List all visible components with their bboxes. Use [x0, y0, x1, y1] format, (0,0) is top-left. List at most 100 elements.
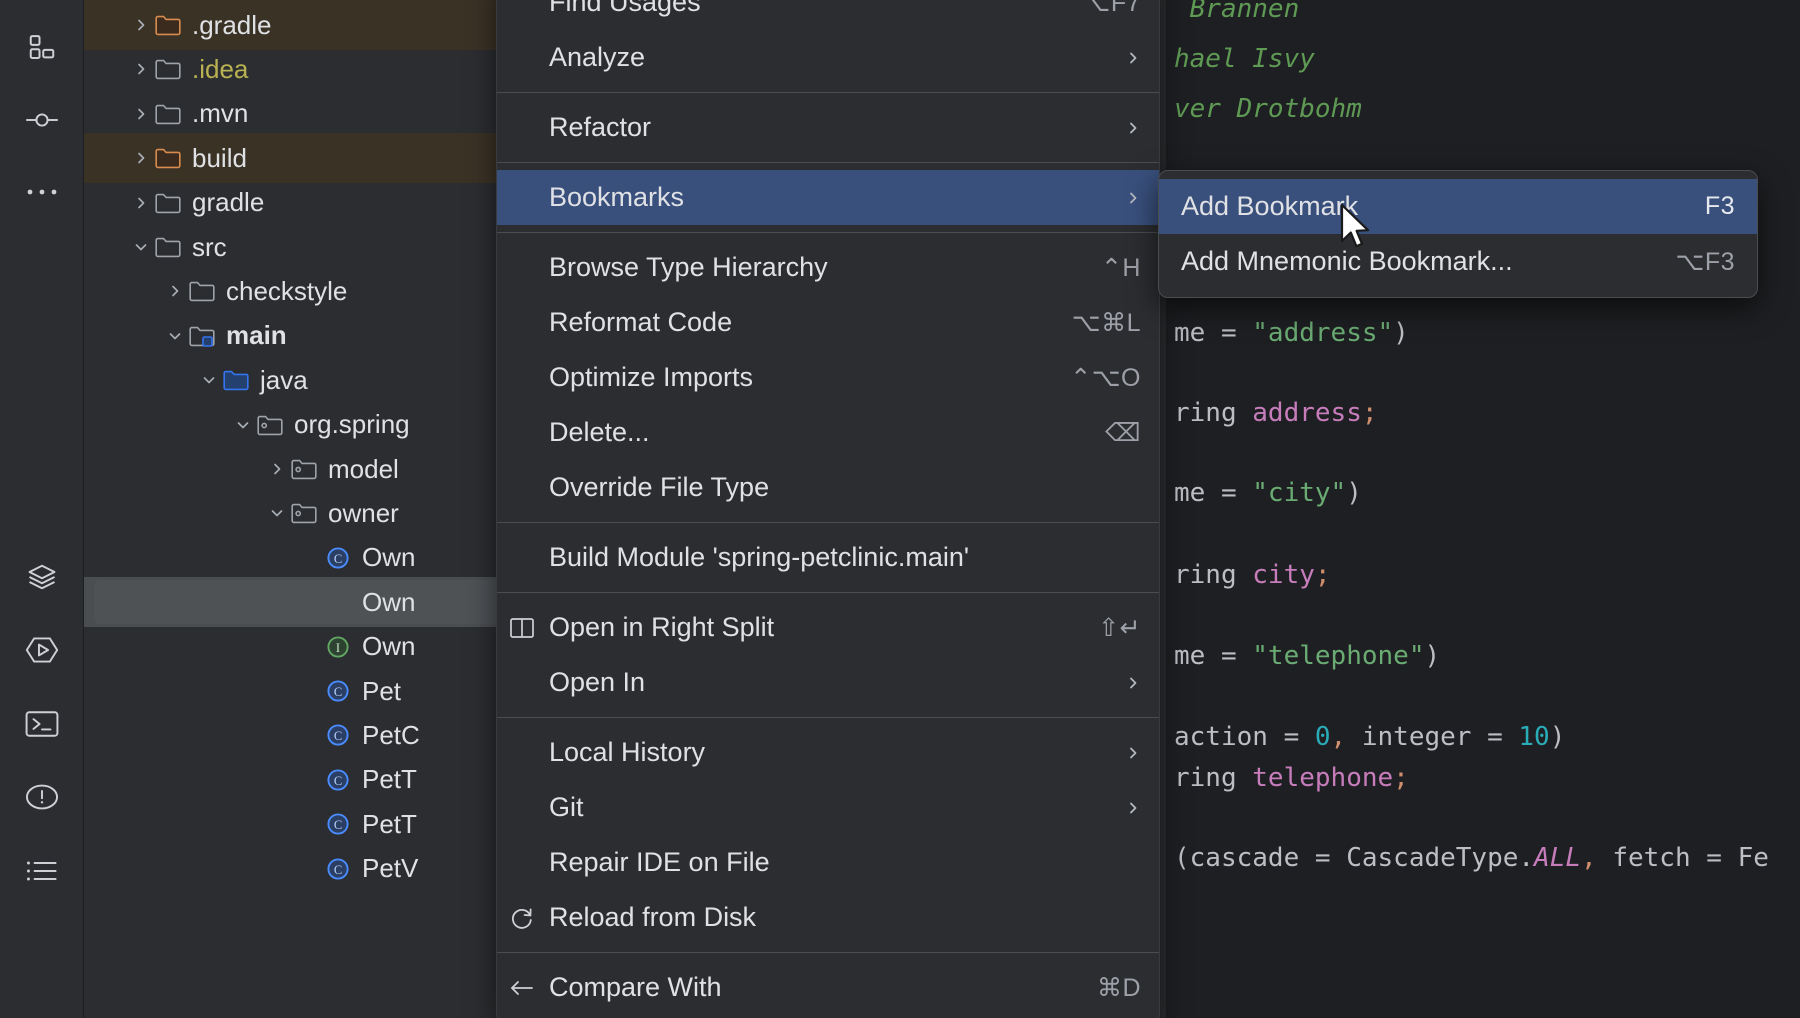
- menu-item-label: Override File Type: [549, 472, 1141, 503]
- menu-item-shortcut: ⌃⌥O: [1070, 363, 1141, 393]
- menu-item[interactable]: Reload from Disk: [497, 890, 1159, 945]
- code-token: ;: [1362, 398, 1378, 428]
- todo-list-icon[interactable]: [18, 847, 66, 895]
- bookmarks-submenu[interactable]: Add BookmarkF3Add Mnemonic Bookmark...⌥F…: [1158, 170, 1758, 298]
- chevron-right-icon[interactable]: [162, 278, 188, 304]
- folder-package-icon: [256, 412, 284, 438]
- code-line: ring city;: [1174, 560, 1331, 590]
- folder-grey-icon: [154, 190, 182, 216]
- tree-row-label: PetT: [362, 809, 417, 840]
- more-tool-windows-icon[interactable]: [18, 168, 66, 216]
- chevron-down-icon[interactable]: [162, 323, 188, 349]
- tree-row-label: org.spring: [294, 409, 410, 440]
- menu-item[interactable]: Delete... ⌫: [497, 405, 1159, 460]
- svg-text:C: C: [334, 685, 342, 699]
- menu-item[interactable]: Reformat Code⌥⌘L: [497, 295, 1159, 350]
- chevron-right-icon[interactable]: [128, 145, 154, 171]
- menu-item[interactable]: Override File Type: [497, 460, 1159, 515]
- code-token: =: [1284, 722, 1315, 752]
- menu-separator: [497, 592, 1159, 593]
- folder-package-icon: [290, 456, 318, 482]
- menu-item-icon-slot: [509, 363, 549, 393]
- menu-item-shortcut: ⌫: [1105, 418, 1141, 448]
- svg-text:I: I: [336, 641, 340, 655]
- submenu-item[interactable]: Add BookmarkF3: [1159, 179, 1757, 234]
- chevron-down-icon[interactable]: [230, 412, 256, 438]
- menu-item[interactable]: Compare With ⌘D: [497, 960, 1159, 1015]
- menu-item-icon-slot: [509, 253, 549, 283]
- project-structure-icon[interactable]: [18, 24, 66, 72]
- code-token: hael Isvy: [1174, 44, 1315, 74]
- tree-row-label: src: [192, 232, 227, 263]
- code-token: ,: [1581, 843, 1612, 873]
- code-token: address: [1252, 398, 1362, 428]
- class-icon-icon: C: [324, 722, 352, 748]
- menu-item[interactable]: Local History: [497, 725, 1159, 780]
- menu-item[interactable]: Find Usages⌥F7: [497, 0, 1159, 30]
- chevron-right-icon[interactable]: [128, 12, 154, 38]
- menu-item[interactable]: Refactor: [497, 100, 1159, 155]
- run-icon[interactable]: [18, 626, 66, 674]
- code-token: ALL: [1534, 843, 1581, 873]
- chevron-down-icon[interactable]: [128, 234, 154, 260]
- commit-icon[interactable]: [18, 96, 66, 144]
- services-layers-icon[interactable]: [18, 553, 66, 601]
- code-editor[interactable]: Brannen hael Isvy ver Drotbohm me = "addres…: [1160, 0, 1800, 1018]
- menu-item[interactable]: Build Module 'spring-petclinic.main': [497, 530, 1159, 585]
- terminal-icon[interactable]: [18, 700, 66, 748]
- menu-item[interactable]: Repair IDE on File: [497, 835, 1159, 890]
- chevron-right-icon[interactable]: [264, 456, 290, 482]
- code-token: Brannen: [1174, 0, 1299, 24]
- menu-item-shortcut: ⌘D: [1097, 973, 1141, 1003]
- folder-package-icon: [290, 500, 318, 526]
- code-line: ring address;: [1174, 398, 1378, 428]
- menu-item-icon-slot: [509, 738, 549, 768]
- chevron-right-icon: [1125, 50, 1141, 66]
- submenu-item[interactable]: Add Mnemonic Bookmark...⌥F3: [1159, 234, 1757, 289]
- chevron-right-icon: [1125, 120, 1141, 136]
- tree-row-label: checkstyle: [226, 276, 347, 307]
- chevron-down-icon[interactable]: [264, 500, 290, 526]
- code-line: Brannen: [1174, 0, 1299, 24]
- class-icon-icon: C: [324, 811, 352, 837]
- code-token: ;: [1393, 763, 1409, 793]
- tree-row-label: owner: [328, 498, 399, 529]
- tree-row-label: Own: [362, 587, 415, 618]
- code-line: me = "address"): [1174, 318, 1409, 348]
- code-token: 0: [1315, 722, 1331, 752]
- code-token: me: [1174, 641, 1221, 671]
- tree-row-label: PetT: [362, 764, 417, 795]
- menu-item[interactable]: Optimize Imports⌃⌥O: [497, 350, 1159, 405]
- menu-item-icon-slot: [509, 543, 549, 573]
- menu-item-label: Repair IDE on File: [549, 847, 1141, 878]
- code-line: ver Drotbohm: [1174, 94, 1362, 124]
- class-icon-icon: C: [324, 856, 352, 882]
- menu-item-label: Delete...: [549, 417, 1077, 448]
- tree-row-label: model: [328, 454, 399, 485]
- menu-item[interactable]: Open In: [497, 655, 1159, 710]
- menu-item[interactable]: Browse Type Hierarchy⌃H: [497, 240, 1159, 295]
- chevron-right-icon[interactable]: [128, 190, 154, 216]
- menu-item-icon-slot: [509, 183, 549, 213]
- chevron-down-icon[interactable]: [196, 367, 222, 393]
- menu-item-label: Open In: [549, 667, 1101, 698]
- menu-item[interactable]: Analyze: [497, 30, 1159, 85]
- code-token: ;: [1315, 560, 1331, 590]
- folder-grey-icon: [188, 278, 216, 304]
- tree-row-label: .mvn: [192, 98, 248, 129]
- menu-item[interactable]: Git: [497, 780, 1159, 835]
- chevron-right-icon[interactable]: [128, 101, 154, 127]
- context-menu[interactable]: Find Usages⌥F7Analyze Refactor Bookmarks Br…: [496, 0, 1160, 1018]
- menu-item[interactable]: Bookmarks: [497, 170, 1159, 225]
- chevron-right-icon: [1125, 675, 1141, 691]
- code-line: hael Isvy: [1174, 44, 1315, 74]
- menu-item-icon-slot: [509, 668, 549, 698]
- chevron-right-icon[interactable]: [128, 56, 154, 82]
- svg-text:C: C: [334, 863, 342, 877]
- problems-icon[interactable]: [18, 773, 66, 821]
- code-token: CascadeType.: [1346, 843, 1534, 873]
- menu-item-icon-slot: [509, 43, 549, 73]
- menu-item-label: Compare With: [549, 972, 1069, 1003]
- menu-item[interactable]: Open in Right Split⇧↵: [497, 600, 1159, 655]
- menu-item-label: Reload from Disk: [549, 902, 1141, 933]
